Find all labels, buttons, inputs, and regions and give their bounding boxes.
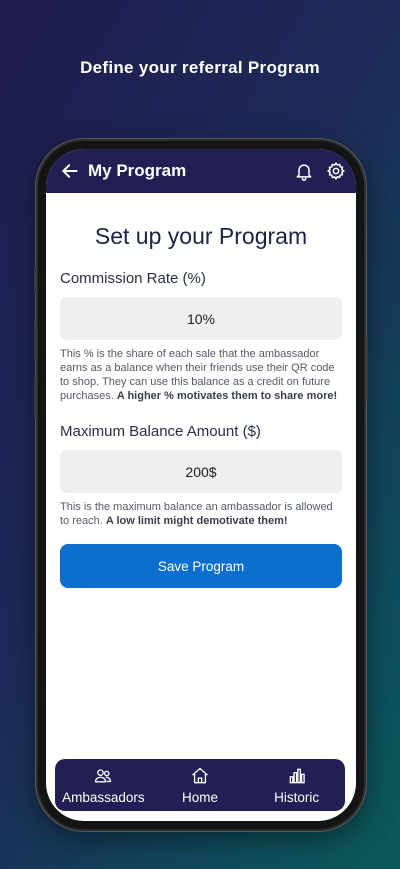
bar-chart-icon	[289, 768, 305, 783]
commission-rate-input[interactable]: 10%	[60, 297, 342, 340]
bell-icon[interactable]	[294, 161, 314, 181]
app-screen: My Program Set up your Program Commissio…	[46, 149, 356, 821]
users-icon	[95, 768, 112, 782]
app-bar: My Program	[46, 149, 356, 193]
max-balance-help: This is the maximum balance an ambassado…	[60, 500, 342, 528]
nav-label-historic: Historic	[274, 789, 320, 805]
form-heading: Set up your Program	[94, 223, 308, 249]
phone-side-button	[365, 337, 368, 401]
phone-side-button	[34, 319, 37, 361]
commission-help-emphasis: A higher % motivates them to share more!	[116, 390, 338, 402]
commission-rate-help: This % is the share of each sale that th…	[60, 347, 342, 403]
save-program-button[interactable]: Save Program	[60, 544, 342, 588]
nav-item-home[interactable]: Home	[152, 759, 249, 811]
phone-side-button	[34, 267, 37, 293]
back-arrow-icon[interactable]	[60, 161, 80, 181]
phone-frame: My Program Set up your Program Commissio…	[34, 141, 368, 829]
max-balance-label: Maximum Balance Amount ($)	[60, 423, 261, 440]
program-form: Set up your Program Commission Rate (%) …	[46, 193, 356, 588]
nav-item-ambassadors[interactable]: Ambassadors	[55, 759, 152, 811]
bottom-nav: Ambassadors Home Historic	[55, 759, 345, 811]
max-balance-input[interactable]: 200$	[60, 450, 342, 493]
promo-title: Define your referral Program	[80, 58, 320, 77]
nav-label-ambassadors: Ambassadors	[62, 789, 145, 805]
gear-icon[interactable]	[326, 161, 346, 181]
home-icon	[192, 767, 208, 783]
max-balance-help-emphasis: A low limit might demotivate them!	[105, 515, 288, 527]
nav-item-historic[interactable]: Historic	[248, 759, 345, 811]
page-title: My Program	[88, 161, 187, 180]
phone-side-button	[34, 377, 37, 419]
commission-rate-label: Commission Rate (%)	[60, 270, 206, 287]
nav-label-home: Home	[182, 789, 219, 805]
